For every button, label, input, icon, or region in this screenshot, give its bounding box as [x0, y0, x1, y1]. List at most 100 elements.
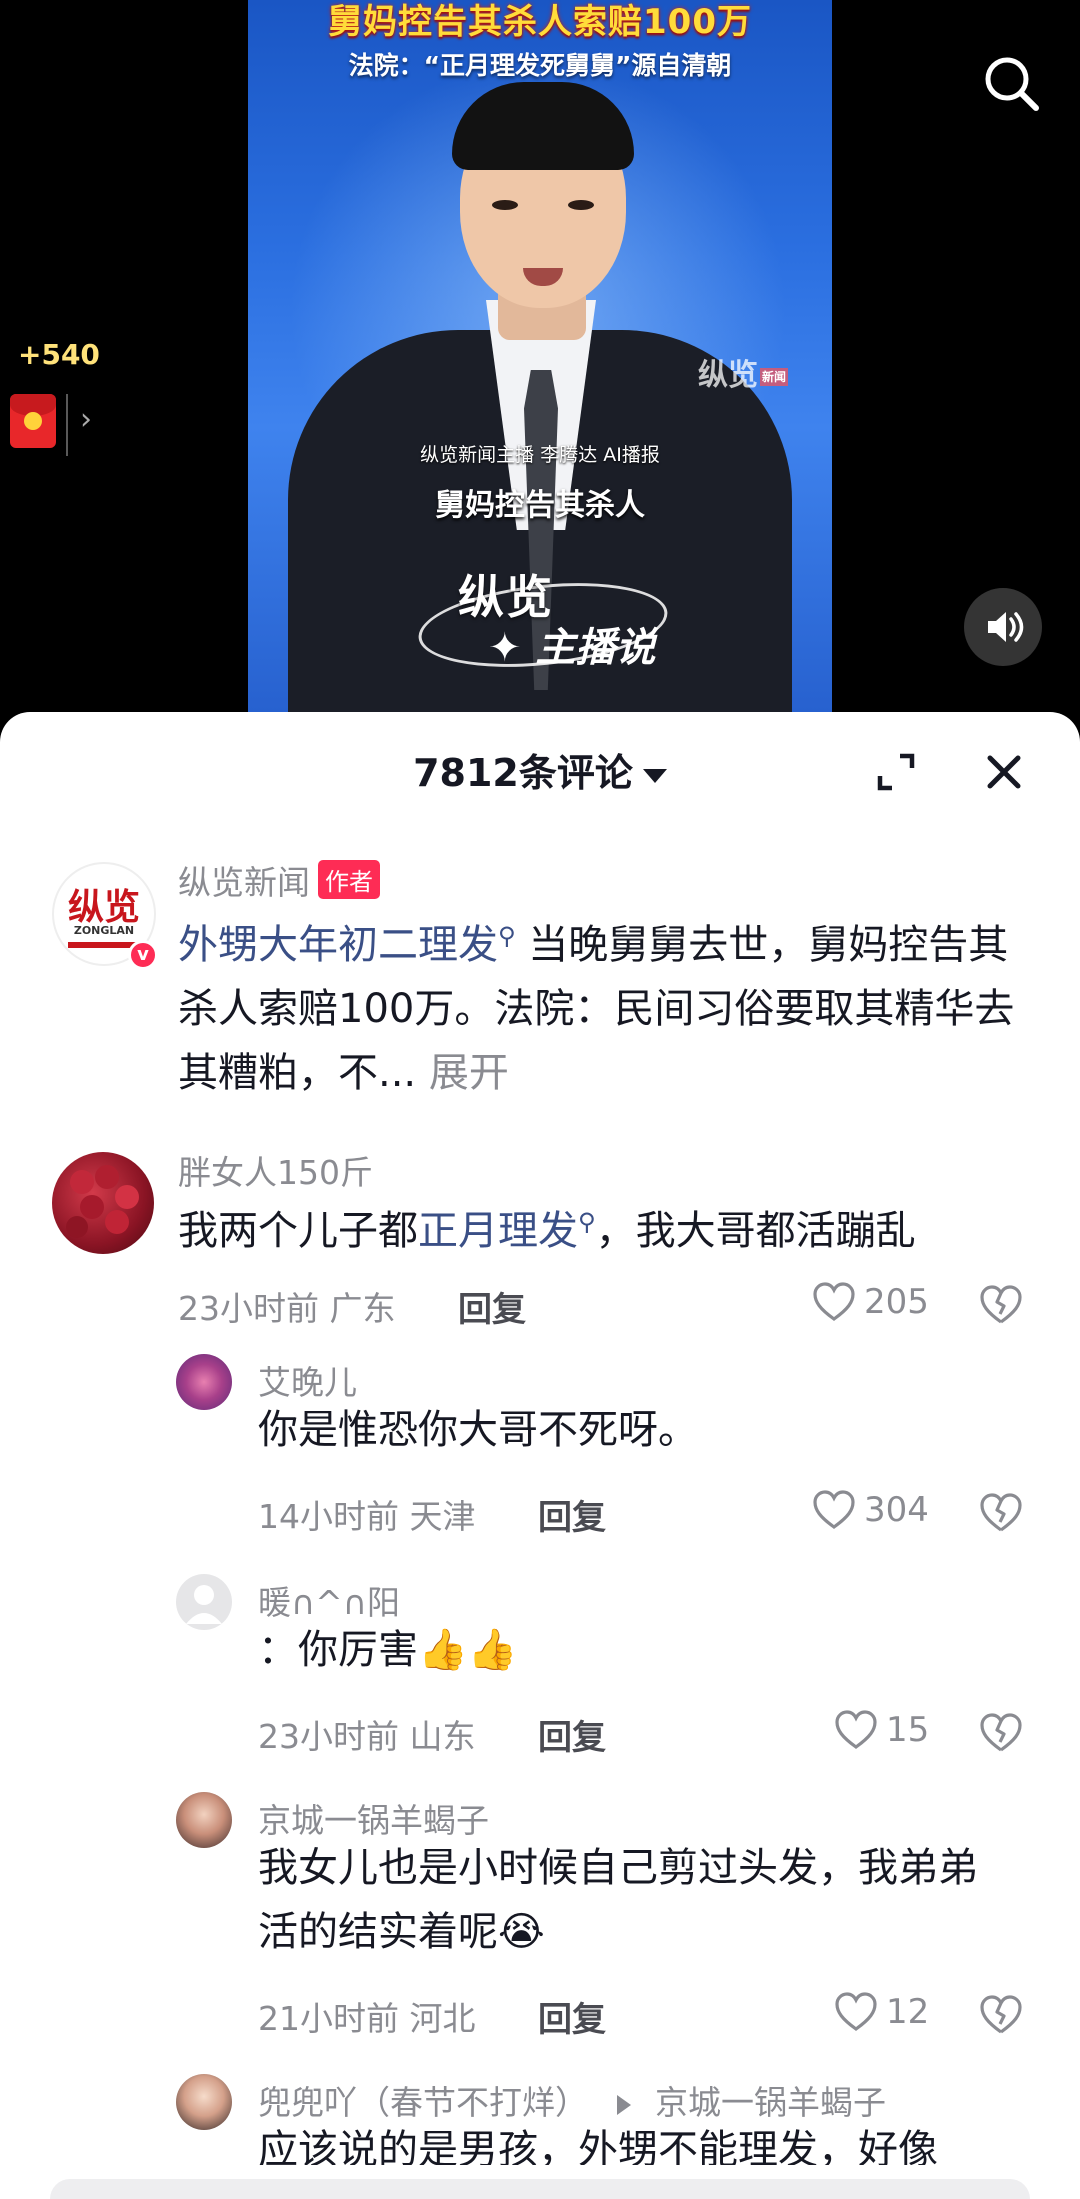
- chevron-right-icon[interactable]: ›: [80, 402, 92, 437]
- anchor-eye: [492, 200, 518, 210]
- reply-item[interactable]: 暖∩^∩阳 ：你厉害👍👍 23小时前 山东 回复 15: [0, 1562, 1080, 1762]
- reply-button[interactable]: 回复: [538, 1992, 606, 2041]
- close-panel-button[interactable]: [980, 748, 1028, 796]
- video-subheadline: 法院：“正月理发死舅舅”源自清朝: [348, 51, 732, 80]
- topic-link[interactable]: 外甥大年初二理发⚲: [178, 922, 516, 968]
- like-count: 304: [864, 1490, 929, 1530]
- comment-count-text: 7812条评论: [413, 751, 633, 795]
- avatar-logo-bar: [68, 942, 138, 948]
- search-small-icon: ⚲: [498, 922, 516, 950]
- comment-text[interactable]: 我女儿也是小时候自己剪过头发，我弟弟活的结实着呢😭: [258, 1836, 998, 1964]
- like-button[interactable]: 205: [812, 1282, 929, 1322]
- avatar[interactable]: [52, 1152, 154, 1254]
- reply-item[interactable]: 艾晚儿 你是惟恐你大哥不死呀。 14小时前 天津 回复 304: [0, 1342, 1080, 1542]
- topic-link[interactable]: 正月理发⚲: [418, 1208, 596, 1254]
- author-badge: 作者: [318, 860, 380, 899]
- watermark-text: 纵览: [697, 358, 758, 393]
- video-watermark: 纵览 新闻: [698, 350, 788, 394]
- avatar[interactable]: [176, 1354, 232, 1410]
- verified-badge-icon: v: [128, 940, 158, 970]
- video-subtitle: 舅妈控告其杀人: [435, 488, 645, 523]
- comment-item[interactable]: 胖女人150斤 我两个儿子都正月理发⚲，我大哥都活蹦乱 23小时前 广东 回复 …: [0, 1132, 1080, 1332]
- watermark-sub: 新闻: [759, 368, 788, 386]
- divider: [66, 394, 68, 456]
- dislike-button[interactable]: [978, 1284, 1024, 1326]
- comment-item-author[interactable]: 纵览 ZONGLAN v 纵览新闻 作者 外甥大年初二理发⚲ 当晚舅舅去世，舅妈控…: [0, 842, 1080, 1102]
- topic-text: 外甥大年初二理发: [178, 922, 498, 968]
- like-count: 12: [886, 1992, 930, 2032]
- dislike-button[interactable]: [978, 1492, 1024, 1534]
- like-button[interactable]: 15: [834, 1710, 929, 1750]
- reply-button[interactable]: 回复: [538, 1710, 606, 1759]
- like-count: 205: [864, 1282, 929, 1322]
- topic-text: 正月理发: [418, 1208, 578, 1254]
- expand-icon: [877, 753, 915, 791]
- comment-time-location: 21小时前 河北: [258, 1999, 476, 2038]
- expand-text-link[interactable]: 展开: [429, 1050, 509, 1096]
- comment-time-location: 23小时前 山东: [258, 1717, 476, 1756]
- search-small-icon: ⚲: [578, 1208, 596, 1236]
- comment-body: 我两个儿子都: [178, 1208, 418, 1254]
- reply-item[interactable]: 京城一锅羊蝎子 我女儿也是小时候自己剪过头发，我弟弟活的结实着呢😭 21小时前 …: [0, 1780, 1080, 2050]
- reply-arrow-icon: [616, 2094, 631, 2115]
- red-packet-icon[interactable]: [10, 394, 56, 448]
- heart-icon: [835, 1710, 877, 1749]
- comment-time-location: 23小时前 广东: [178, 1289, 396, 1328]
- comment-panel-header: 7812条评论: [0, 712, 1080, 820]
- avatar[interactable]: [176, 2074, 232, 2130]
- video-player[interactable]: 舅妈控告其杀人索赔100万 法院：“正月理发死舅舅”源自清朝 纵览 新闻 纵览新闻…: [0, 0, 1080, 720]
- broken-heart-icon: [980, 1285, 1022, 1324]
- berries-picture: [66, 1165, 139, 1238]
- heart-icon: [813, 1490, 855, 1529]
- avatar[interactable]: [176, 1792, 232, 1848]
- comment-time-location: 14小时前 天津: [258, 1497, 476, 1536]
- comment-username[interactable]: 胖女人150斤: [178, 1146, 373, 1194]
- like-count: 15: [886, 1710, 930, 1750]
- video-frame[interactable]: 舅妈控告其杀人索赔100万 法院：“正月理发死舅舅”源自清朝 纵览 新闻 纵览新闻…: [248, 0, 832, 712]
- comment-panel[interactable]: 7812条评论 纵览 ZONGLAN v 纵览新闻 作者 外甥大年初二理发⚲ 当…: [0, 712, 1080, 2199]
- avatar[interactable]: [176, 1574, 232, 1630]
- reply-button[interactable]: 回复: [458, 1282, 526, 1331]
- sound-toggle-button[interactable]: [964, 588, 1042, 666]
- comment-text[interactable]: 外甥大年初二理发⚲ 当晚舅舅去世，舅妈控告其杀人索赔100万。法院：民间习俗要取…: [178, 904, 1018, 1105]
- caret-down-icon: [642, 768, 667, 783]
- video-headline: 舅妈控告其杀人索赔100万: [328, 2, 752, 42]
- comment-text[interactable]: ：你厉害👍👍: [258, 1618, 1018, 1682]
- search-button[interactable]: [980, 52, 1042, 114]
- like-button[interactable]: 304: [812, 1490, 929, 1530]
- reply-button[interactable]: 回复: [538, 1490, 606, 1539]
- close-icon: [987, 755, 1021, 789]
- comment-username[interactable]: 京城一锅羊蝎子: [258, 1794, 489, 1842]
- comment-text[interactable]: 我两个儿子都正月理发⚲，我大哥都活蹦乱: [178, 1190, 1018, 1263]
- broken-heart-icon: [980, 1995, 1022, 2034]
- reward-count: +540: [18, 338, 100, 371]
- username-text: 兜兜吖（春节不打烊）: [258, 2083, 588, 2122]
- heart-icon: [813, 1282, 855, 1321]
- search-icon: [985, 57, 1039, 111]
- dislike-button[interactable]: [978, 1712, 1024, 1754]
- avatar-logo-sub: ZONGLAN: [73, 924, 135, 937]
- broken-heart-icon: [980, 1713, 1022, 1752]
- broken-heart-icon: [980, 1493, 1022, 1532]
- default-avatar-icon: [186, 1585, 222, 1624]
- heart-icon: [835, 1992, 877, 2031]
- speaker-icon: [988, 612, 1024, 642]
- avatar-logo-text: 纵览: [67, 887, 140, 928]
- comment-username[interactable]: 艾晚儿: [258, 1356, 357, 1404]
- comment-body: ，我大哥都活蹦乱: [595, 1208, 916, 1254]
- program-logo: 纵览 ✦ 主播说: [414, 555, 672, 678]
- dislike-button[interactable]: [978, 1994, 1024, 2036]
- anchor-caption: 纵览新闻主播 李腾达 AI播报: [420, 444, 660, 466]
- like-button[interactable]: 12: [834, 1992, 929, 2032]
- anchor-eye: [568, 200, 594, 210]
- comment-text[interactable]: 你是惟恐你大哥不死呀。: [258, 1398, 1018, 1462]
- logo-line-2: ✦ 主播说: [488, 625, 656, 671]
- red-packet-seal: [24, 412, 42, 430]
- expand-panel-button[interactable]: [872, 748, 920, 796]
- comment-username[interactable]: 纵览新闻 作者: [178, 856, 380, 904]
- comment-input-bar[interactable]: [50, 2179, 1030, 2199]
- reply-to-username[interactable]: 京城一锅羊蝎子: [655, 2083, 886, 2122]
- username-text: 纵览新闻: [178, 863, 310, 902]
- comment-username[interactable]: 兜兜吖（春节不打烊） 京城一锅羊蝎子: [258, 2076, 886, 2124]
- comment-username[interactable]: 暖∩^∩阳: [258, 1576, 400, 1624]
